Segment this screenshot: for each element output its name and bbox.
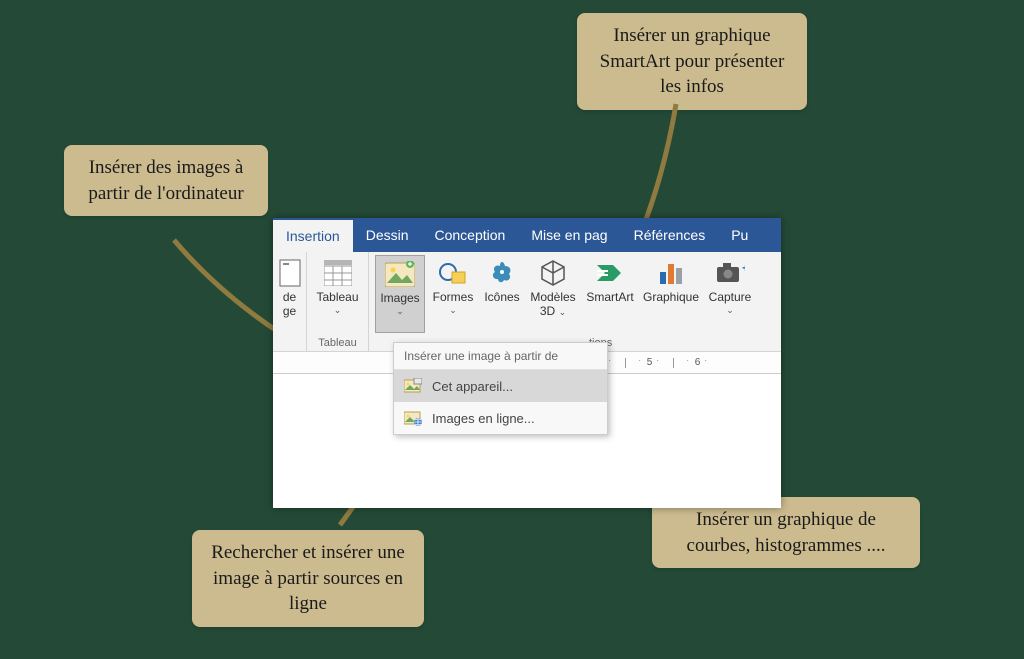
ribbon-tabs: Insertion Dessin Conception Mise en pag … — [273, 218, 781, 252]
group-tableau: Tableau ⌄ Tableau — [307, 252, 369, 351]
graphique-label: Graphique — [643, 291, 699, 305]
graphique-button[interactable]: Graphique — [641, 255, 701, 333]
icones-label: Icônes — [484, 291, 519, 305]
smartart-label: SmartArt — [586, 291, 633, 305]
images-icon — [384, 258, 416, 290]
smartart-icon — [594, 257, 626, 289]
formes-label: Formes — [433, 291, 474, 305]
modeles3d-button[interactable]: Modèles 3D ⌄ — [527, 255, 579, 333]
ribbon-body: de ge Tableau ⌄ Tableau Ima — [273, 252, 781, 352]
chevron-down-icon: ⌄ — [559, 307, 567, 317]
word-ribbon-window: Insertion Dessin Conception Mise en pag … — [273, 218, 781, 508]
tab-publipostage[interactable]: Pu — [718, 218, 761, 252]
chart-icon — [655, 257, 687, 289]
images-label: Images — [380, 292, 419, 306]
page-label-line2: ge — [283, 305, 296, 319]
page-icon — [274, 257, 306, 289]
chevron-down-icon: ⌄ — [726, 305, 734, 315]
tab-references[interactable]: Références — [621, 218, 719, 252]
camera-icon: + — [714, 257, 746, 289]
icones-button[interactable]: Icônes — [481, 255, 523, 333]
online-image-icon — [404, 409, 422, 427]
chevron-down-icon: ⌄ — [396, 306, 404, 316]
tableau-label: Tableau — [316, 291, 358, 305]
callout-images-online: Rechercher et insérer une image à partir… — [192, 530, 424, 627]
flyout-label-online: Images en ligne... — [432, 411, 535, 426]
flyout-label-this-device: Cet appareil... — [432, 379, 513, 394]
modeles3d-label-line1: Modèles — [530, 291, 575, 305]
page-button-partial[interactable]: de ge — [279, 255, 300, 321]
flyout-item-online[interactable]: Images en ligne... — [394, 402, 607, 434]
tab-mise-en-page[interactable]: Mise en pag — [518, 218, 620, 252]
flyout-title: Insérer une image à partir de — [394, 343, 607, 370]
images-button[interactable]: Images ⌄ — [375, 255, 425, 333]
svg-text:+: + — [742, 261, 745, 275]
capture-label: Capture — [709, 291, 752, 305]
callout-images-local: Insérer des images à partir de l'ordinat… — [64, 145, 268, 216]
images-dropdown-flyout: Insérer une image à partir de Cet appare… — [393, 342, 608, 435]
shapes-icon — [437, 257, 469, 289]
modeles3d-label-line2: 3D — [540, 304, 555, 318]
group-illustrations: Images ⌄ Formes ⌄ Icônes — [369, 252, 781, 351]
flyout-item-this-device[interactable]: Cet appareil... — [394, 370, 607, 402]
chevron-down-icon: ⌄ — [449, 305, 457, 315]
tableau-button[interactable]: Tableau ⌄ — [313, 255, 362, 317]
group-page-partial: de ge — [273, 252, 307, 351]
callout-smartart: Insérer un graphique SmartArt pour prése… — [577, 13, 807, 110]
cube-icon — [537, 257, 569, 289]
tab-dessin[interactable]: Dessin — [353, 218, 422, 252]
page-label-line1: de — [283, 291, 296, 305]
formes-button[interactable]: Formes ⌄ — [429, 255, 477, 333]
ruler-mark: 6 — [673, 358, 721, 368]
chevron-down-icon: ⌄ — [334, 305, 342, 315]
ruler-mark: 5 — [625, 358, 673, 368]
smartart-button[interactable]: SmartArt — [583, 255, 637, 333]
device-image-icon — [404, 377, 422, 395]
tab-insertion[interactable]: Insertion — [273, 218, 353, 252]
group-label-tableau: Tableau — [307, 337, 368, 349]
table-icon — [322, 257, 354, 289]
icons-icon — [486, 257, 518, 289]
tab-conception[interactable]: Conception — [422, 218, 519, 252]
capture-button[interactable]: + Capture ⌄ — [705, 255, 755, 333]
